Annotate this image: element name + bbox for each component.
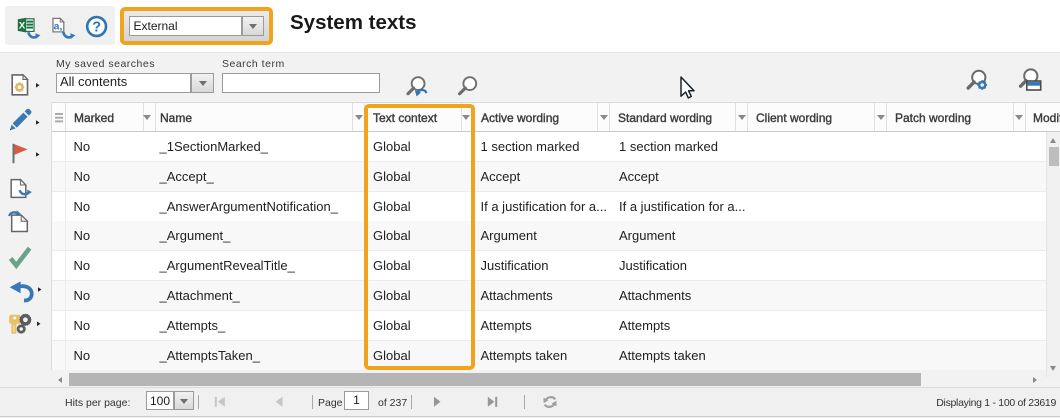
svg-text:?: ? — [92, 20, 101, 36]
svg-text:X: X — [19, 20, 26, 31]
svg-text:a,: a, — [54, 21, 63, 33]
